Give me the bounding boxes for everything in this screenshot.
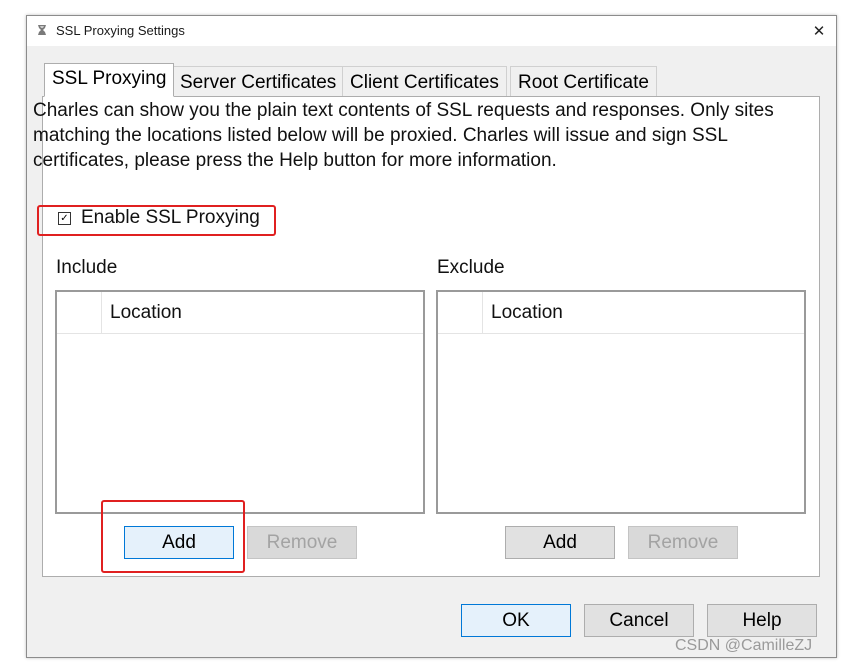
watermark: CSDN @CamilleZJ — [675, 637, 813, 654]
exclude-label: Exclude — [437, 257, 505, 278]
tab-server-certificates[interactable]: Server Certificates — [172, 66, 345, 97]
close-button[interactable]: ✕ — [802, 16, 836, 46]
include-location-column-header[interactable]: Location — [110, 302, 182, 324]
include-remove-button[interactable]: Remove — [247, 526, 357, 559]
close-icon: ✕ — [812, 23, 826, 40]
tab-ssl-proxying[interactable]: SSL Proxying — [44, 63, 175, 97]
enable-ssl-proxying-label: Enable SSL Proxying — [81, 207, 260, 228]
window-title: SSL Proxying Settings — [56, 23, 185, 38]
title-bar: SSL Proxying Settings ✕ — [27, 16, 836, 46]
ok-button[interactable]: OK — [461, 604, 571, 637]
exclude-table-header: Location — [438, 292, 804, 334]
enable-ssl-proxying-toggle[interactable]: ✓ Enable SSL Proxying — [58, 207, 260, 229]
include-label: Include — [56, 257, 118, 278]
include-add-button[interactable]: Add — [124, 526, 234, 559]
exclude-location-column-header[interactable]: Location — [491, 302, 563, 324]
tab-root-certificate[interactable]: Root Certificate — [510, 66, 657, 97]
exclude-table-corner — [438, 292, 483, 333]
charles-app-icon — [38, 25, 46, 35]
include-table-corner — [57, 292, 102, 333]
tab-client-certificates[interactable]: Client Certificates — [342, 66, 507, 97]
ssl-description: Charles can show you the plain text cont… — [33, 100, 774, 171]
include-table[interactable]: Location — [55, 290, 425, 514]
exclude-table[interactable]: Location — [436, 290, 806, 514]
exclude-add-button[interactable]: Add — [505, 526, 615, 559]
exclude-remove-button[interactable]: Remove — [628, 526, 738, 559]
cancel-button[interactable]: Cancel — [584, 604, 694, 637]
enable-ssl-proxying-checkbox[interactable]: ✓ — [58, 211, 71, 225]
help-button[interactable]: Help — [707, 604, 817, 637]
include-table-header: Location — [57, 292, 423, 334]
